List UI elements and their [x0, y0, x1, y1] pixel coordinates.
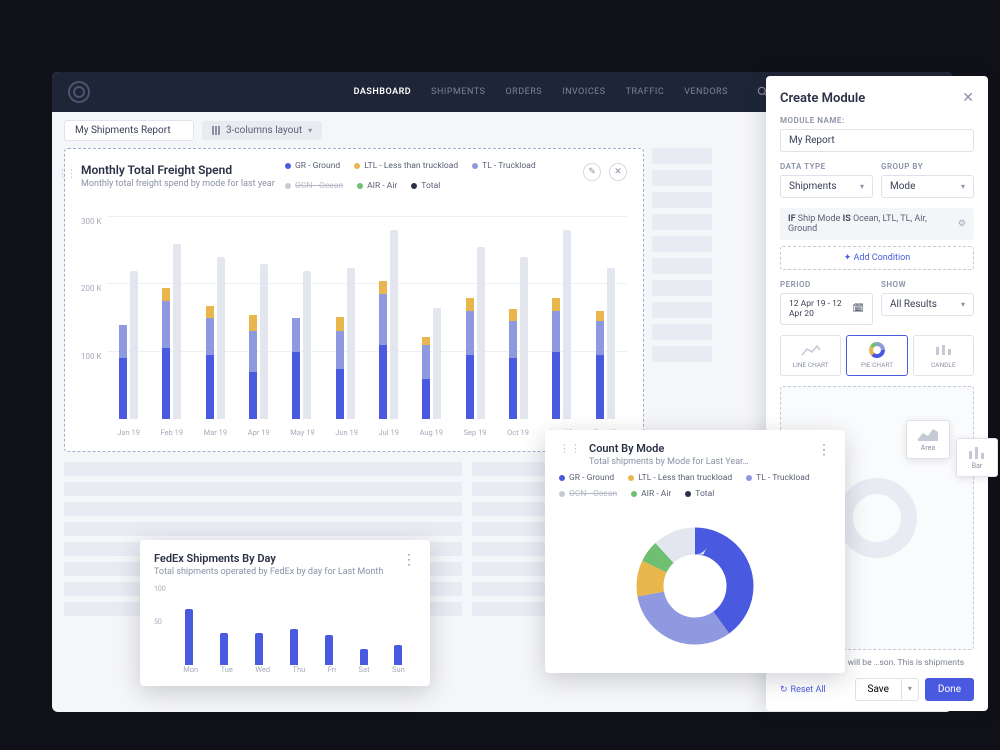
- nav-shipments[interactable]: SHIPMENTS: [431, 87, 485, 97]
- donut-chart: [620, 511, 770, 661]
- columns-icon: [212, 126, 220, 135]
- main-nav: DASHBOARD SHIPMENTS ORDERS INVOICES TRAFFIC V…: [354, 87, 728, 97]
- legend-item[interactable]: LTL - Less than truckload: [354, 161, 458, 171]
- show-label: Show: [881, 280, 974, 289]
- period-select[interactable]: 12 Apr 19 - 12 Apr 20🗓: [780, 293, 873, 325]
- legend-item[interactable]: AIR - Air: [357, 181, 397, 191]
- donut-placeholder-icon: [837, 478, 917, 558]
- card-title: FedEx Shipments By Day: [154, 552, 383, 565]
- legend-item[interactable]: GR - Ground: [285, 161, 340, 171]
- chart-type-candle[interactable]: Candle: [913, 335, 974, 376]
- legend-item[interactable]: Total: [411, 181, 440, 191]
- calendar-icon: 🗓: [853, 304, 864, 314]
- nav-dashboard[interactable]: DASHBOARD: [354, 87, 412, 97]
- gear-icon[interactable]: ⚙: [958, 219, 966, 229]
- save-button[interactable]: Save▾: [855, 678, 919, 701]
- report-name-input[interactable]: My Shipments Report: [64, 120, 194, 141]
- legend-item[interactable]: Total: [685, 489, 714, 499]
- legend-item[interactable]: LTL - Less than truckload: [628, 473, 732, 483]
- nav-orders[interactable]: ORDERS: [505, 87, 542, 97]
- card-subtitle: Total shipments by Mode for Last Year…: [589, 457, 749, 467]
- chart-legend: GR - Ground LTL - Less than truckload TL -…: [559, 473, 831, 499]
- condition-row[interactable]: IF Ship Mode IS Ocean, LTL, TL, Air, Gro…: [780, 208, 974, 240]
- legend-item[interactable]: OCN - Ocean: [559, 489, 617, 499]
- module-name-input[interactable]: [780, 129, 974, 152]
- mini-bar-chart: 10050: [172, 585, 416, 665]
- legend-item[interactable]: TL - Truckload: [472, 161, 535, 171]
- group-by-select[interactable]: Mode▾: [881, 175, 974, 198]
- bar-chart: 300 K200 K100 K Jan 19Feb 19Mar 19Apr 19…: [107, 217, 627, 437]
- chart-type-line[interactable]: Line Chart: [780, 335, 841, 376]
- done-button[interactable]: Done: [925, 678, 974, 701]
- legend-item[interactable]: OCN - Ocean: [285, 181, 343, 191]
- more-icon[interactable]: ⋮: [817, 442, 831, 458]
- fedex-card[interactable]: FedEx Shipments By Day Total shipments o…: [140, 540, 430, 686]
- panel-title: Create Module: [780, 91, 865, 106]
- nav-vendors[interactable]: VENDORS: [684, 87, 728, 97]
- close-icon[interactable]: ✕: [609, 163, 627, 181]
- module-name-label: Module Name:: [780, 116, 974, 125]
- period-label: Period: [780, 280, 873, 289]
- drag-handle-icon[interactable]: ⋮⋮: [559, 442, 581, 455]
- logo-icon: [68, 81, 90, 103]
- count-by-mode-card[interactable]: ⋮⋮ Count By Mode Total shipments by Mode…: [545, 430, 845, 673]
- legend-item[interactable]: TL - Truckload: [746, 473, 809, 483]
- chart-type-area[interactable]: Area: [906, 420, 950, 459]
- group-by-label: Group By: [881, 162, 974, 171]
- chart-legend: GR - Ground LTL - Less than truckload TL -…: [285, 161, 605, 191]
- nav-invoices[interactable]: INVOICES: [562, 87, 606, 97]
- drag-handle-icon[interactable]: ⋮⋮: [57, 167, 75, 180]
- placeholder-column: [652, 148, 712, 362]
- more-icon[interactable]: ⋮: [402, 552, 416, 568]
- layout-selector[interactable]: 3-columns layout ▾: [202, 121, 322, 140]
- freight-spend-card[interactable]: ⋮⋮ Monthly Total Freight Spend Monthly t…: [64, 148, 644, 452]
- add-condition-button[interactable]: ✦ Add Condition: [780, 246, 974, 270]
- data-type-label: Data Type: [780, 162, 873, 171]
- reset-button[interactable]: ↻ Reset All: [780, 685, 826, 695]
- chart-type-pie[interactable]: Pie Chart: [846, 335, 907, 376]
- chart-type-bar[interactable]: Bar: [956, 438, 998, 477]
- legend-item[interactable]: AIR - Air: [631, 489, 671, 499]
- chart-type-selector: Line ChartPie ChartCandle: [780, 335, 974, 376]
- card-title: Count By Mode: [589, 442, 749, 455]
- data-type-select[interactable]: Shipments▾: [780, 175, 873, 198]
- card-subtitle: Total shipments operated by FedEx by day…: [154, 567, 383, 577]
- card-title: Monthly Total Freight Spend: [81, 163, 275, 177]
- show-select[interactable]: All Results▾: [881, 293, 974, 316]
- legend-item[interactable]: GR - Ground: [559, 473, 614, 483]
- card-subtitle: Monthly total freight spend by mode for …: [81, 179, 275, 189]
- close-icon[interactable]: ✕: [962, 90, 974, 106]
- nav-traffic[interactable]: TRAFFIC: [626, 87, 665, 97]
